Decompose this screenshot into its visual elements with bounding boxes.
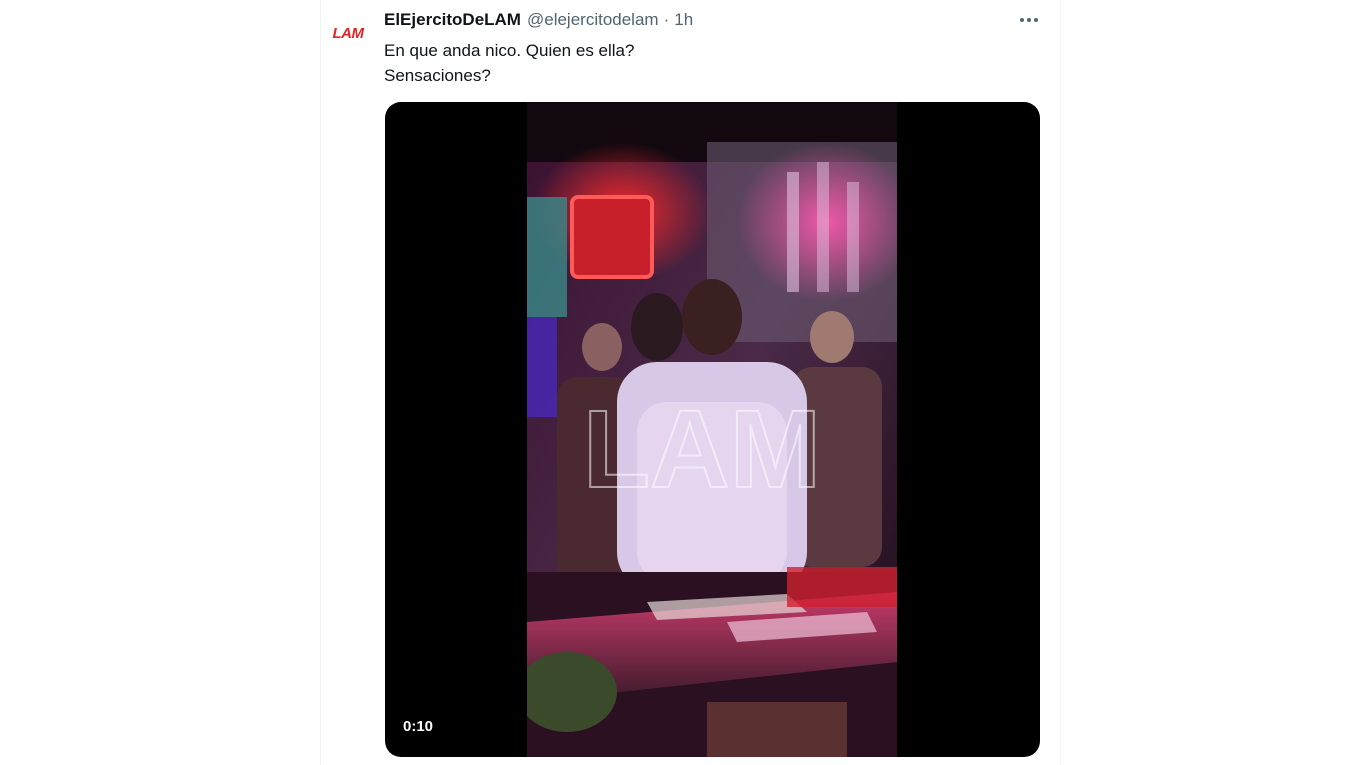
video-player[interactable]: LAM 0:10 [385,102,1040,757]
tweet-time[interactable]: 1h [674,10,693,30]
more-options-button[interactable] [1012,8,1046,32]
avatar[interactable]: LAM [325,10,371,56]
tweet-header: ElEjercitoDeLAM @elejercitodelam · 1h [384,9,693,31]
more-horizontal-icon [1020,18,1038,22]
video-still-image: LAM [527,102,897,757]
separator-dot: · [663,10,670,29]
lam-watermark: LAM [583,388,821,511]
video-frame[interactable]: LAM [527,102,897,757]
page: LAM ElEjercitoDeLAM @elejercitodelam · 1… [0,0,1366,765]
user-handle[interactable]: @elejercitodelam [527,10,659,30]
avatar-logo-text: LAM [332,24,365,42]
tweet-text-line-1: En que anda nico. Quien es ella? [384,41,635,60]
display-name[interactable]: ElEjercitoDeLAM [384,10,521,30]
tweet-text: En que anda nico. Quien es ella? Sensaci… [384,38,1024,88]
video-duration: 0:10 [403,718,434,735]
tweet-text-line-2: Sensaciones? [384,66,491,85]
